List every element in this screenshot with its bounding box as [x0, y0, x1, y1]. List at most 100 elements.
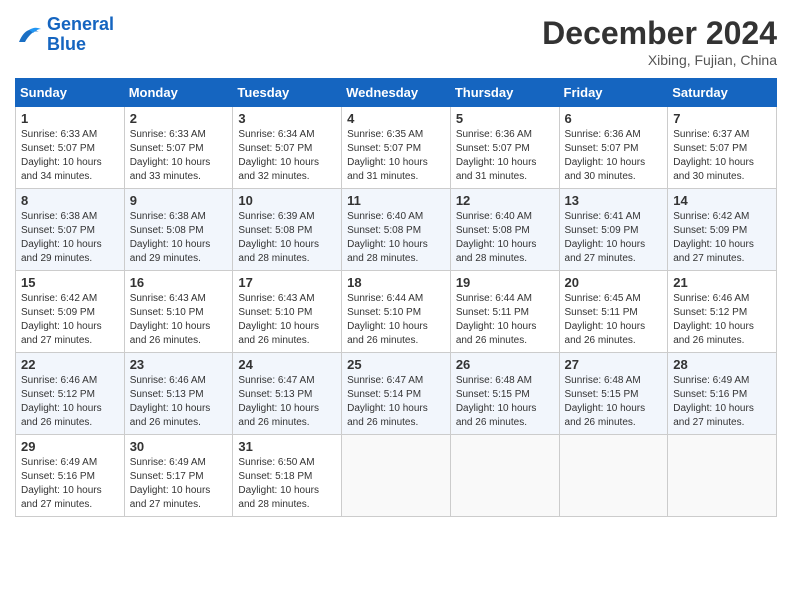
day-info: Sunrise: 6:47 AM Sunset: 5:14 PM Dayligh… — [347, 374, 445, 430]
day-number: 3 — [238, 111, 336, 126]
calendar-cell: 9 Sunrise: 6:38 AM Sunset: 5:08 PM Dayli… — [124, 189, 233, 271]
title-block: December 2024 Xibing, Fujian, China — [542, 15, 777, 68]
day-number: 5 — [456, 111, 554, 126]
day-number: 29 — [21, 439, 119, 454]
day-info: Sunrise: 6:38 AM Sunset: 5:08 PM Dayligh… — [130, 210, 228, 266]
day-number: 13 — [565, 193, 663, 208]
calendar-cell: 29 Sunrise: 6:49 AM Sunset: 5:16 PM Dayl… — [16, 435, 125, 517]
calendar-cell: 22 Sunrise: 6:46 AM Sunset: 5:12 PM Dayl… — [16, 353, 125, 435]
day-number: 22 — [21, 357, 119, 372]
calendar-cell — [668, 435, 777, 517]
day-info: Sunrise: 6:36 AM Sunset: 5:07 PM Dayligh… — [456, 128, 554, 184]
day-number: 19 — [456, 275, 554, 290]
weekday-header-thursday: Thursday — [450, 79, 559, 107]
day-info: Sunrise: 6:43 AM Sunset: 5:10 PM Dayligh… — [238, 292, 336, 348]
calendar-cell: 6 Sunrise: 6:36 AM Sunset: 5:07 PM Dayli… — [559, 107, 668, 189]
calendar-cell: 14 Sunrise: 6:42 AM Sunset: 5:09 PM Dayl… — [668, 189, 777, 271]
day-number: 10 — [238, 193, 336, 208]
logo-general: General — [47, 14, 114, 34]
day-info: Sunrise: 6:46 AM Sunset: 5:13 PM Dayligh… — [130, 374, 228, 430]
day-info: Sunrise: 6:40 AM Sunset: 5:08 PM Dayligh… — [347, 210, 445, 266]
day-info: Sunrise: 6:43 AM Sunset: 5:10 PM Dayligh… — [130, 292, 228, 348]
calendar-cell: 27 Sunrise: 6:48 AM Sunset: 5:15 PM Dayl… — [559, 353, 668, 435]
day-info: Sunrise: 6:48 AM Sunset: 5:15 PM Dayligh… — [565, 374, 663, 430]
day-number: 6 — [565, 111, 663, 126]
calendar-cell: 2 Sunrise: 6:33 AM Sunset: 5:07 PM Dayli… — [124, 107, 233, 189]
day-info: Sunrise: 6:41 AM Sunset: 5:09 PM Dayligh… — [565, 210, 663, 266]
day-info: Sunrise: 6:49 AM Sunset: 5:16 PM Dayligh… — [673, 374, 771, 430]
calendar-cell: 31 Sunrise: 6:50 AM Sunset: 5:18 PM Dayl… — [233, 435, 342, 517]
day-number: 2 — [130, 111, 228, 126]
logo-bird-icon — [15, 24, 43, 46]
calendar-cell: 8 Sunrise: 6:38 AM Sunset: 5:07 PM Dayli… — [16, 189, 125, 271]
calendar-cell: 4 Sunrise: 6:35 AM Sunset: 5:07 PM Dayli… — [342, 107, 451, 189]
day-info: Sunrise: 6:46 AM Sunset: 5:12 PM Dayligh… — [21, 374, 119, 430]
calendar-cell — [559, 435, 668, 517]
calendar-cell — [342, 435, 451, 517]
day-number: 17 — [238, 275, 336, 290]
week-row-5: 29 Sunrise: 6:49 AM Sunset: 5:16 PM Dayl… — [16, 435, 777, 517]
day-info: Sunrise: 6:49 AM Sunset: 5:16 PM Dayligh… — [21, 456, 119, 512]
day-info: Sunrise: 6:46 AM Sunset: 5:12 PM Dayligh… — [673, 292, 771, 348]
day-info: Sunrise: 6:34 AM Sunset: 5:07 PM Dayligh… — [238, 128, 336, 184]
calendar-cell: 15 Sunrise: 6:42 AM Sunset: 5:09 PM Dayl… — [16, 271, 125, 353]
day-number: 26 — [456, 357, 554, 372]
week-row-2: 8 Sunrise: 6:38 AM Sunset: 5:07 PM Dayli… — [16, 189, 777, 271]
calendar-cell: 16 Sunrise: 6:43 AM Sunset: 5:10 PM Dayl… — [124, 271, 233, 353]
location: Xibing, Fujian, China — [542, 52, 777, 68]
day-info: Sunrise: 6:44 AM Sunset: 5:10 PM Dayligh… — [347, 292, 445, 348]
day-info: Sunrise: 6:40 AM Sunset: 5:08 PM Dayligh… — [456, 210, 554, 266]
calendar-cell: 26 Sunrise: 6:48 AM Sunset: 5:15 PM Dayl… — [450, 353, 559, 435]
calendar-cell: 13 Sunrise: 6:41 AM Sunset: 5:09 PM Dayl… — [559, 189, 668, 271]
logo-text: General Blue — [47, 15, 114, 55]
calendar-cell: 10 Sunrise: 6:39 AM Sunset: 5:08 PM Dayl… — [233, 189, 342, 271]
day-info: Sunrise: 6:50 AM Sunset: 5:18 PM Dayligh… — [238, 456, 336, 512]
calendar-cell: 21 Sunrise: 6:46 AM Sunset: 5:12 PM Dayl… — [668, 271, 777, 353]
day-info: Sunrise: 6:44 AM Sunset: 5:11 PM Dayligh… — [456, 292, 554, 348]
logo: General Blue — [15, 15, 114, 55]
calendar-cell: 20 Sunrise: 6:45 AM Sunset: 5:11 PM Dayl… — [559, 271, 668, 353]
logo-blue: Blue — [47, 34, 86, 54]
week-row-4: 22 Sunrise: 6:46 AM Sunset: 5:12 PM Dayl… — [16, 353, 777, 435]
calendar-cell: 24 Sunrise: 6:47 AM Sunset: 5:13 PM Dayl… — [233, 353, 342, 435]
day-number: 8 — [21, 193, 119, 208]
day-info: Sunrise: 6:38 AM Sunset: 5:07 PM Dayligh… — [21, 210, 119, 266]
calendar-cell: 17 Sunrise: 6:43 AM Sunset: 5:10 PM Dayl… — [233, 271, 342, 353]
weekday-header-wednesday: Wednesday — [342, 79, 451, 107]
day-info: Sunrise: 6:42 AM Sunset: 5:09 PM Dayligh… — [21, 292, 119, 348]
day-number: 12 — [456, 193, 554, 208]
day-number: 25 — [347, 357, 445, 372]
day-info: Sunrise: 6:48 AM Sunset: 5:15 PM Dayligh… — [456, 374, 554, 430]
day-number: 28 — [673, 357, 771, 372]
day-info: Sunrise: 6:35 AM Sunset: 5:07 PM Dayligh… — [347, 128, 445, 184]
calendar-table: SundayMondayTuesdayWednesdayThursdayFrid… — [15, 78, 777, 517]
day-number: 23 — [130, 357, 228, 372]
day-info: Sunrise: 6:37 AM Sunset: 5:07 PM Dayligh… — [673, 128, 771, 184]
calendar-cell: 25 Sunrise: 6:47 AM Sunset: 5:14 PM Dayl… — [342, 353, 451, 435]
weekday-header-tuesday: Tuesday — [233, 79, 342, 107]
calendar-cell: 5 Sunrise: 6:36 AM Sunset: 5:07 PM Dayli… — [450, 107, 559, 189]
day-info: Sunrise: 6:47 AM Sunset: 5:13 PM Dayligh… — [238, 374, 336, 430]
weekday-header-saturday: Saturday — [668, 79, 777, 107]
weekday-header-row: SundayMondayTuesdayWednesdayThursdayFrid… — [16, 79, 777, 107]
day-info: Sunrise: 6:49 AM Sunset: 5:17 PM Dayligh… — [130, 456, 228, 512]
calendar-cell: 12 Sunrise: 6:40 AM Sunset: 5:08 PM Dayl… — [450, 189, 559, 271]
day-number: 11 — [347, 193, 445, 208]
day-number: 18 — [347, 275, 445, 290]
page-header: General Blue December 2024 Xibing, Fujia… — [15, 15, 777, 68]
month-title: December 2024 — [542, 15, 777, 52]
calendar-cell: 7 Sunrise: 6:37 AM Sunset: 5:07 PM Dayli… — [668, 107, 777, 189]
day-info: Sunrise: 6:33 AM Sunset: 5:07 PM Dayligh… — [21, 128, 119, 184]
calendar-cell: 11 Sunrise: 6:40 AM Sunset: 5:08 PM Dayl… — [342, 189, 451, 271]
day-number: 21 — [673, 275, 771, 290]
day-number: 9 — [130, 193, 228, 208]
calendar-cell: 3 Sunrise: 6:34 AM Sunset: 5:07 PM Dayli… — [233, 107, 342, 189]
day-number: 20 — [565, 275, 663, 290]
day-info: Sunrise: 6:45 AM Sunset: 5:11 PM Dayligh… — [565, 292, 663, 348]
day-number: 1 — [21, 111, 119, 126]
calendar-cell: 18 Sunrise: 6:44 AM Sunset: 5:10 PM Dayl… — [342, 271, 451, 353]
day-number: 24 — [238, 357, 336, 372]
weekday-header-friday: Friday — [559, 79, 668, 107]
day-info: Sunrise: 6:39 AM Sunset: 5:08 PM Dayligh… — [238, 210, 336, 266]
calendar-cell: 1 Sunrise: 6:33 AM Sunset: 5:07 PM Dayli… — [16, 107, 125, 189]
